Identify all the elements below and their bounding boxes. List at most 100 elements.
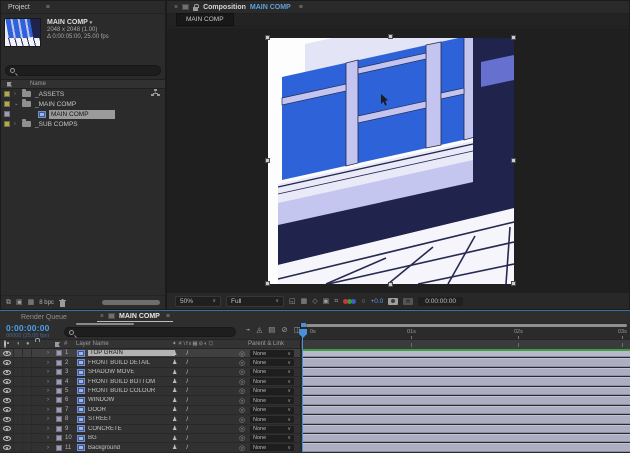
item-label-selected[interactable]: MAIN COMP [49,109,115,119]
pickwhip-icon[interactable]: ◎ [239,397,245,405]
show-snapshot-icon[interactable] [403,297,414,305]
selection-handle[interactable] [511,158,516,163]
layer-name[interactable]: TOP GRAIN [88,350,175,357]
audio-toggle[interactable] [13,377,22,386]
selection-handle[interactable] [265,158,270,163]
layer-duration-bar[interactable] [303,396,630,405]
panel-menu-icon[interactable]: ≡ [46,4,50,11]
layer-name[interactable]: SHADOW MOVE [88,369,175,375]
layer-switches[interactable]: ♟ / [172,359,188,366]
expand-arrow-icon[interactable]: › [47,416,56,422]
label-color-swatch[interactable] [56,350,62,357]
item-label[interactable]: _SUB COMPS [35,121,78,128]
new-composition-icon[interactable]: ▦ [28,299,35,306]
layer-name[interactable]: CONCRETE [88,426,175,432]
label-color-swatch[interactable] [4,121,10,127]
viewer-timecode[interactable]: 0:00:00:00 [418,296,464,306]
eye-icon[interactable] [2,397,11,403]
mask-visibility-icon[interactable]: ◇ [312,298,317,305]
label-color-swatch[interactable] [56,406,62,413]
parent-dropdown[interactable]: None ∨ [250,434,294,442]
color-depth-button[interactable]: 8 bpc [39,300,54,306]
eye-icon[interactable] [2,445,11,451]
expand-arrow-icon[interactable]: › [47,445,56,451]
parent-dropdown[interactable]: None ∨ [250,397,294,405]
exposure-icon[interactable]: ○ [361,298,365,305]
audio-toggle[interactable] [13,367,22,377]
audio-toggle[interactable] [13,358,22,367]
pickwhip-icon[interactable]: ◎ [239,387,245,395]
selection-handle[interactable] [388,34,393,39]
layer-duration-bar[interactable] [303,415,630,424]
lock-toggle[interactable] [31,424,40,433]
layer-duration-bar[interactable] [303,358,630,367]
rulers-icon[interactable]: ⌗ [334,298,338,305]
timeline-scrollbar[interactable] [306,324,627,327]
label-color-swatch[interactable] [56,435,62,442]
eye-icon[interactable] [2,350,11,356]
pickwhip-icon[interactable]: ◎ [239,416,245,424]
layer-switches[interactable]: ♟ / [172,397,188,404]
eye-icon[interactable] [2,388,11,394]
expand-arrow-icon[interactable]: › [47,379,56,385]
parent-dropdown[interactable]: None ∨ [250,444,294,452]
panel-menu-icon[interactable]: ≡ [166,313,170,320]
trash-icon[interactable] [58,294,66,312]
solo-toggle[interactable] [22,396,31,405]
layer-row[interactable]: › 9 CONCRETE ♟ / ◎ None ∨ [0,424,630,434]
panel-menu-icon[interactable]: ≡ [299,4,303,11]
audio-toggle[interactable] [13,415,22,424]
tab-project[interactable]: Project [8,4,30,11]
time-ruler[interactable]: 0s 01s 02s 03s [299,323,630,339]
expand-arrow-icon[interactable]: › [47,388,56,394]
layer-row[interactable]: › 7 DOOR ♟ / ◎ None ∨ [0,405,630,416]
label-color-swatch[interactable] [56,397,62,404]
expand-arrow-icon[interactable]: › [14,121,22,127]
label-color-swatch[interactable] [4,91,10,97]
interpret-footage-icon[interactable]: ⧉ [6,299,11,306]
layer-duration-bar[interactable] [303,405,630,415]
label-color-swatch[interactable] [56,359,62,366]
solo-toggle[interactable] [22,424,31,433]
lock-toggle[interactable] [31,433,40,443]
label-column-icon[interactable] [7,81,12,87]
time-navigator-start[interactable] [301,323,306,327]
project-row-assets[interactable]: › _ASSETS [1,89,165,99]
layer-name[interactable]: DOOR [88,407,175,413]
pickwhip-icon[interactable]: ◎ [239,444,245,452]
current-timecode[interactable]: 0:00:00:00 [6,323,50,333]
layer-name[interactable]: STREET [88,416,175,422]
magnification-dropdown[interactable]: 50% ∨ [175,295,221,307]
audio-toggle[interactable] [13,405,22,415]
audio-toggle[interactable] [13,433,22,443]
expand-arrow-icon[interactable]: › [47,360,56,366]
solo-toggle[interactable] [22,358,31,367]
solo-toggle[interactable] [22,377,31,386]
frame-blend-icon[interactable]: ▤ [268,326,275,334]
audio-toggle[interactable] [13,396,22,405]
project-search-input[interactable] [18,67,156,74]
channel-rgb-icon[interactable] [343,298,349,304]
layer-duration-bar[interactable] [303,386,630,396]
label-color-swatch[interactable] [4,111,10,117]
expand-arrow-icon[interactable]: › [47,407,56,413]
eye-icon[interactable] [2,407,11,413]
lock-toggle[interactable] [31,396,40,405]
selection-handle[interactable] [265,35,270,40]
resolution-dropdown[interactable]: Full ∨ [226,295,284,307]
project-row-main-comp[interactable]: MAIN COMP [1,109,165,119]
eye-icon[interactable] [2,416,11,422]
label-color-swatch[interactable] [56,387,62,394]
lock-toggle[interactable] [31,405,40,415]
layer-row[interactable]: › 10 BG ♟ / ◎ None ∨ [0,433,630,444]
layer-row[interactable]: › 11 Background ♟ / ◎ None ∨ [0,443,630,453]
composition-tab-label[interactable]: Composition [203,4,246,11]
layer-switches[interactable]: ♟ / [172,416,188,423]
layer-switches[interactable]: ♟ / [172,406,188,413]
label-color-swatch[interactable] [56,425,62,432]
solo-toggle[interactable] [22,405,31,415]
label-color-swatch[interactable] [56,369,62,376]
expand-arrow-icon[interactable]: › [47,397,56,403]
layer-name[interactable]: FRONT BUILD DETAIL [88,360,175,366]
pickwhip-icon[interactable]: ◎ [239,378,245,386]
